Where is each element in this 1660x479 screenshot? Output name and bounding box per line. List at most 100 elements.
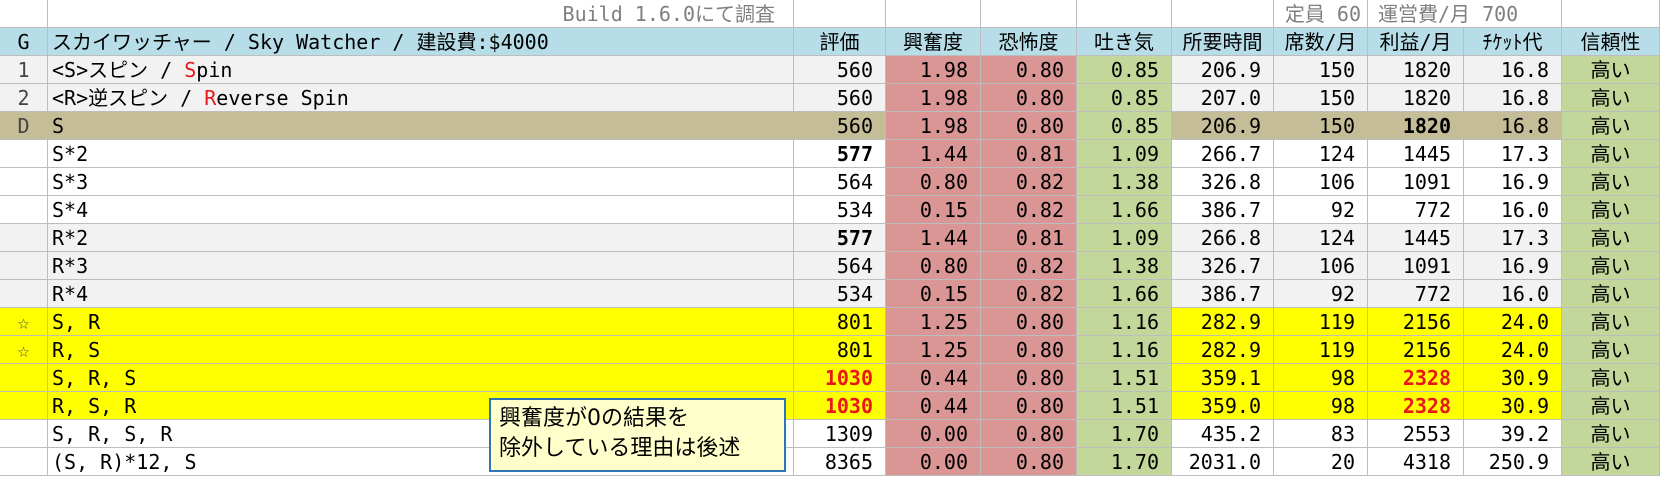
row-profit-cell: 4318 — [1368, 448, 1464, 476]
row-rating-cell: 564 — [794, 168, 886, 196]
row-time-cell: 282.9 — [1172, 336, 1274, 364]
top-cell-fear — [981, 0, 1077, 28]
table-row: 2 <R>逆スピン / Reverse Spin 560 1.98 0.80 0.85 20… — [0, 84, 1660, 112]
row-rating-cell: 1030 — [794, 364, 886, 392]
row-rating-cell: 560 — [794, 112, 886, 140]
row-nausea-cell: 0.85 — [1077, 56, 1172, 84]
table-row: R*4 534 0.15 0.82 1.66 386.7 92 772 16.0 高い — [0, 280, 1660, 308]
top-info-row: Build 1.6.0にて調査 定員 60 運営費/月 700 — [0, 0, 1660, 28]
row-reliability-cell: 高い — [1562, 280, 1660, 308]
row-nausea-cell: 1.51 — [1077, 392, 1172, 420]
header-rating: 評価 — [794, 28, 886, 56]
row-ticket-cell: 16.8 — [1464, 84, 1562, 112]
row-excitement-cell: 1.25 — [886, 336, 981, 364]
row-fear-cell: 0.81 — [981, 224, 1077, 252]
table-header: G スカイワッチャー / Sky Watcher / 建設費:$4000 評価 … — [0, 28, 1660, 56]
name-text: S*4 — [52, 198, 89, 222]
row-reliability-cell: 高い — [1562, 308, 1660, 336]
table-row: ☆ S, R 801 1.25 0.80 1.16 282.9 119 2156 24.0 高い — [0, 308, 1660, 336]
name-text: R*3 — [52, 254, 89, 278]
row-rating-cell: 1309 — [794, 420, 886, 448]
row-time-cell: 266.7 — [1172, 140, 1274, 168]
table-row: S*2 577 1.44 0.81 1.09 266.7 124 1445 17.3 高い — [0, 140, 1660, 168]
row-excitement-cell: 1.98 — [886, 112, 981, 140]
name-text: <S>スピン / — [52, 58, 185, 82]
row-rating-cell: 577 — [794, 224, 886, 252]
row-time-cell: 2031.0 — [1172, 448, 1274, 476]
table-row: R*3 564 0.80 0.82 1.38 326.7 106 1091 16.9 高い — [0, 252, 1660, 280]
row-rating-cell: 534 — [794, 280, 886, 308]
row-rating-cell: 560 — [794, 56, 886, 84]
row-fear-cell: 0.81 — [981, 140, 1077, 168]
row-fear-cell: 0.80 — [981, 336, 1077, 364]
row-nausea-cell: 0.85 — [1077, 84, 1172, 112]
row-seats-cell: 106 — [1274, 168, 1368, 196]
name-text: S, R, S, R — [52, 422, 173, 446]
note-line-1: 興奮度が0の結果を — [499, 406, 689, 431]
capacity-label: 定員 60 — [1274, 0, 1368, 28]
row-nausea-cell: 1.16 — [1077, 308, 1172, 336]
row-seats-cell: 83 — [1274, 420, 1368, 448]
row-profit-cell: 1091 — [1368, 252, 1464, 280]
row-reliability-cell: 高い — [1562, 56, 1660, 84]
row-seats-cell: 150 — [1274, 112, 1368, 140]
row-ticket-cell: 30.9 — [1464, 364, 1562, 392]
row-profit-cell: 1445 — [1368, 224, 1464, 252]
row-ticket-cell: 39.2 — [1464, 420, 1562, 448]
row-excitement-cell: 1.44 — [886, 140, 981, 168]
table-row: R*2 577 1.44 0.81 1.09 266.8 124 1445 17.3 高い — [0, 224, 1660, 252]
name-text: <R>逆スピン / — [52, 86, 205, 110]
row-rating-cell: 1030 — [794, 392, 886, 420]
row-reliability-cell: 高い — [1562, 364, 1660, 392]
row-name-cell: S — [48, 112, 794, 140]
row-excitement-cell: 0.80 — [886, 168, 981, 196]
row-ticket-cell: 17.3 — [1464, 140, 1562, 168]
row-rating-cell: 534 — [794, 196, 886, 224]
row-reliability-cell: 高い — [1562, 140, 1660, 168]
name-text: S, R, S — [52, 366, 137, 390]
row-time-cell: 326.8 — [1172, 168, 1274, 196]
row-excitement-cell: 0.15 — [886, 196, 981, 224]
row-seats-cell: 124 — [1274, 224, 1368, 252]
top-cell-nausea — [1077, 0, 1172, 28]
row-group-cell — [0, 364, 48, 392]
table-row: S, R, S 1030 0.44 0.80 1.51 359.1 98 2328 30.9 高い — [0, 364, 1660, 392]
row-name-cell: S, R — [48, 308, 794, 336]
name-text: S — [52, 114, 65, 138]
row-seats-cell: 124 — [1274, 140, 1368, 168]
row-time-cell: 266.8 — [1172, 224, 1274, 252]
header-g: G — [0, 28, 48, 56]
row-time-cell: 435.2 — [1172, 420, 1274, 448]
row-group-cell: ☆ — [0, 336, 48, 364]
row-fear-cell: 0.82 — [981, 252, 1077, 280]
row-group-cell — [0, 448, 48, 476]
row-name-cell: S*3 — [48, 168, 794, 196]
name-text: R*2 — [52, 226, 89, 250]
header-profit: 利益/月 — [1368, 28, 1464, 56]
row-seats-cell: 106 — [1274, 252, 1368, 280]
name-text: (S, R)*12, S — [52, 450, 197, 474]
top-cell-time — [1172, 0, 1274, 28]
row-ticket-cell: 16.9 — [1464, 168, 1562, 196]
row-name-cell: S, R, S — [48, 364, 794, 392]
row-profit-cell: 2553 — [1368, 420, 1464, 448]
row-nausea-cell: 1.70 — [1077, 420, 1172, 448]
row-excitement-cell: 0.44 — [886, 364, 981, 392]
row-name-cell: S*2 — [48, 140, 794, 168]
row-time-cell: 359.0 — [1172, 392, 1274, 420]
row-seats-cell: 92 — [1274, 280, 1368, 308]
row-profit-cell: 1091 — [1368, 168, 1464, 196]
table-row: S, R, S, R 1309 0.00 0.80 1.70 435.2 83 2553 39.… — [0, 420, 1660, 448]
row-nausea-cell: 1.38 — [1077, 168, 1172, 196]
row-ticket-cell: 17.3 — [1464, 224, 1562, 252]
row-ticket-cell: 250.9 — [1464, 448, 1562, 476]
row-reliability-cell: 高い — [1562, 252, 1660, 280]
row-fear-cell: 0.80 — [981, 392, 1077, 420]
row-reliability-cell: 高い — [1562, 168, 1660, 196]
row-time-cell: 386.7 — [1172, 280, 1274, 308]
row-excitement-cell: 0.15 — [886, 280, 981, 308]
row-excitement-cell: 1.98 — [886, 84, 981, 112]
row-fear-cell: 0.80 — [981, 112, 1077, 140]
row-reliability-cell: 高い — [1562, 420, 1660, 448]
row-seats-cell: 119 — [1274, 336, 1368, 364]
